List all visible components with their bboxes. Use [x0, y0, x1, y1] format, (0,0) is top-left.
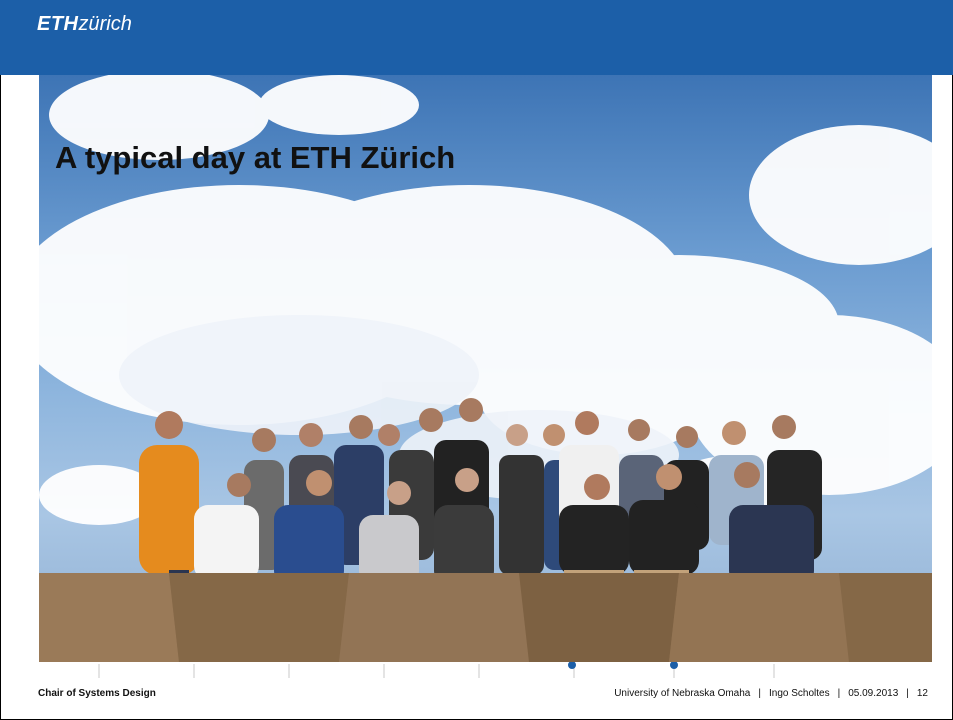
footer-chair: Chair of Systems Design [38, 688, 156, 699]
slide-title: A typical day at ETH Zürich [55, 140, 456, 175]
footer-author: Ingo Scholtes [768, 688, 830, 699]
footer-separator: | [906, 688, 909, 699]
footer-separator: | [758, 688, 761, 699]
footer-meta: University of Nebraska Omaha | Ingo Scholt… [614, 688, 928, 699]
footer-university: University of Nebraska Omaha [614, 688, 751, 699]
footer-separator: | [837, 688, 841, 699]
logo-bold: ETH [37, 13, 79, 35]
decorative-pins [98, 662, 775, 678]
footer-date: 05.09.2013 [848, 688, 899, 699]
header-bar: ETHzürich [0, 0, 953, 75]
footer-page-number: 12 [916, 688, 928, 699]
logo-light: zürich [78, 13, 132, 35]
eth-logo: ETHzürich [37, 12, 132, 36]
